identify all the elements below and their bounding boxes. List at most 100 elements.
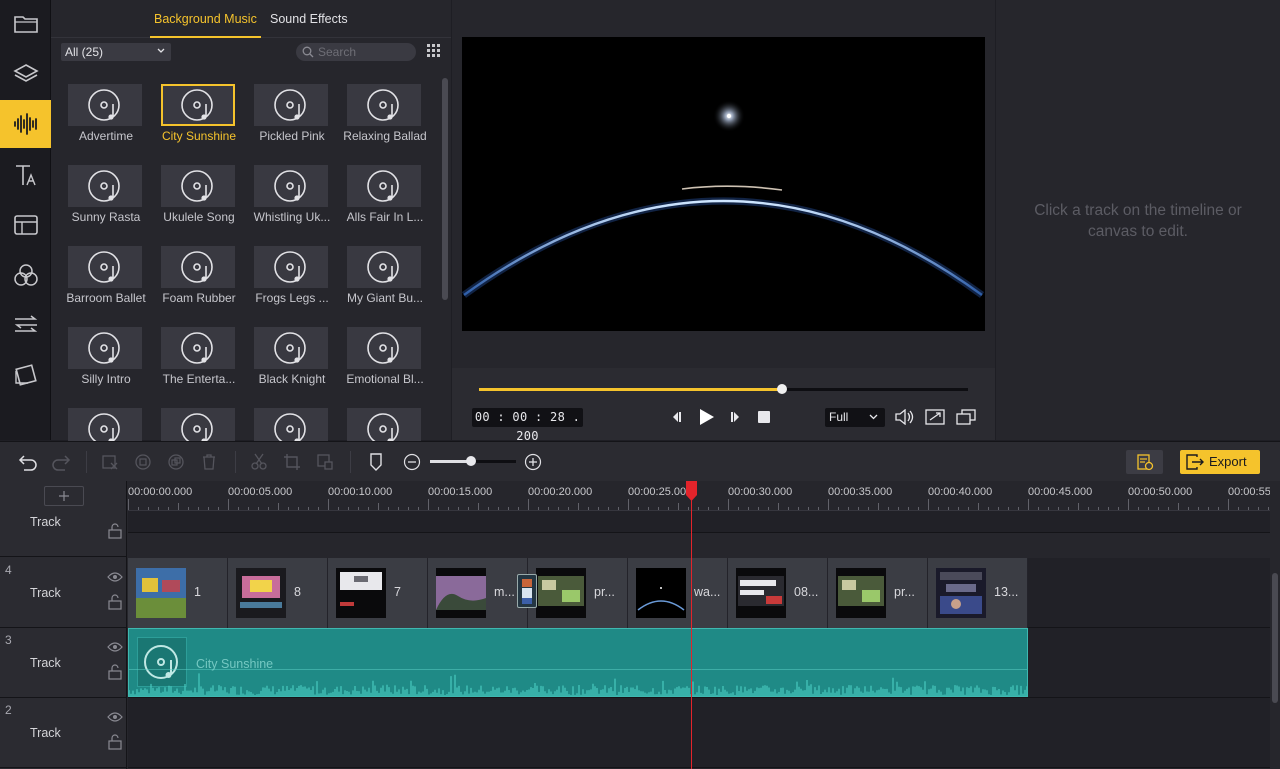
previous-frame-button[interactable] [667,408,685,426]
marker-button[interactable] [366,452,386,472]
audio-button[interactable] [0,100,51,148]
lock-icon[interactable] [108,664,122,680]
video-clip[interactable]: m... [428,558,528,628]
folder-icon [13,16,38,33]
crop-button[interactable] [282,452,302,472]
export-button[interactable]: Export [1180,450,1260,474]
ruler-tick [1128,499,1129,510]
ruler-tick [578,503,579,510]
track-row-3[interactable]: City Sunshine [128,628,1270,698]
play-button[interactable] [695,408,717,426]
library-scrollbar[interactable] [442,70,448,430]
grid-view-icon[interactable] [427,44,441,58]
music-item[interactable]: Frogs Legs ... [246,244,330,320]
media-folder-button[interactable] [0,0,51,48]
music-item[interactable]: The Enterta... [153,325,237,401]
music-item[interactable]: Black Knight [246,325,330,401]
time-ruler[interactable]: 00:00:00.000 00:00:05.000 00:00:10.000 00:0… [128,481,1270,511]
music-library-panel: Background Music Sound Effects All (25) … [51,0,451,450]
track-header[interactable]: 2 Track [0,698,127,768]
music-item[interactable]: City Sunshine [153,82,237,158]
video-canvas[interactable] [462,37,985,331]
music-item[interactable]: Foam Rubber [153,244,237,320]
track-row-4[interactable]: 1 8 7 m... pr... wa... 08... pr... 13... [128,558,1270,628]
add-track-button[interactable] [44,486,84,506]
music-item[interactable]: Pickled Pink [246,82,330,158]
trash-button[interactable] [199,452,219,472]
track-row-2[interactable] [128,698,1270,768]
text-button[interactable] [0,151,51,199]
video-clip[interactable]: wa... [628,558,728,628]
redo-button[interactable] [51,452,71,472]
preview-quality-dropdown[interactable]: Full [825,408,885,427]
music-item[interactable]: Relaxing Ballad [339,82,427,158]
music-item[interactable]: Sunny Rasta [60,163,144,239]
layers-button[interactable] [0,50,51,98]
filters-button[interactable] [0,251,51,299]
video-clip[interactable]: pr... [828,558,928,628]
lock-icon[interactable] [108,734,122,750]
lock-icon[interactable] [108,523,122,539]
video-clip[interactable]: pr... [528,558,628,628]
music-item[interactable]: Whistling Uk... [246,163,330,239]
scrollbar-thumb[interactable] [1272,573,1278,703]
zoom-in-button[interactable] [523,452,543,472]
snapshot-button[interactable] [924,408,946,426]
track-header[interactable]: 4 Track [0,558,127,628]
delete-clip-button[interactable] [100,452,120,472]
scrollbar-thumb[interactable] [442,78,448,300]
split-button[interactable] [249,452,269,472]
playhead-handle[interactable] [686,481,697,501]
progress-knob[interactable] [777,384,787,394]
eye-icon[interactable] [107,572,123,582]
track-row-top[interactable] [128,511,1270,533]
clip-label: wa... [694,585,721,599]
fullscreen-button[interactable] [955,408,977,426]
timeline-scrollbar[interactable] [1270,511,1280,769]
play-icon [700,409,714,425]
category-filter-dropdown[interactable]: All (25) [61,43,171,61]
track-header[interactable]: 3 Track [0,628,127,698]
volume-button[interactable] [893,408,915,426]
zoom-out-button[interactable] [402,452,422,472]
undo-button[interactable] [18,452,38,472]
video-clip[interactable]: 7 [328,558,428,628]
transitions-button[interactable] [0,301,51,349]
video-clip[interactable]: 1 [128,558,228,628]
zoom-knob[interactable] [466,456,476,466]
paste-icon [168,454,184,470]
transition-marker[interactable] [517,574,537,608]
music-item[interactable]: Alls Fair In L... [339,163,423,239]
templates-button[interactable] [0,201,51,249]
playhead-line[interactable] [691,481,692,769]
music-item[interactable]: Advertime [60,82,144,158]
copy-button[interactable] [133,452,153,472]
chevron-down-icon [157,48,165,53]
track-header[interactable]: Track [0,511,127,557]
zoom-slider[interactable] [430,456,516,466]
project-settings-button[interactable] [1126,450,1163,474]
tab-sound-effects[interactable]: Sound Effects [270,0,348,38]
tab-background-music[interactable]: Background Music [150,0,261,38]
video-clip[interactable]: 13... [928,558,1028,628]
video-clip[interactable]: 08... [728,558,828,628]
lock-icon[interactable] [108,594,122,610]
music-item[interactable]: Silly Intro [60,325,144,401]
zoom-fill [430,460,471,463]
paste-button[interactable] [166,452,186,472]
audio-clip[interactable]: City Sunshine [128,628,1028,697]
stop-button[interactable] [755,408,773,426]
freeze-frame-button[interactable] [315,452,335,472]
next-frame-button[interactable] [727,408,745,426]
music-item[interactable]: My Giant Bu... [339,244,423,320]
ruler-tick [428,499,429,510]
music-item[interactable]: Ukulele Song [153,163,237,239]
search-input[interactable]: Search [296,43,416,61]
music-item[interactable]: Barroom Ballet [60,244,146,320]
playback-progress-slider[interactable] [479,384,968,394]
overlays-button[interactable] [0,351,51,399]
eye-icon[interactable] [107,642,123,652]
video-clip[interactable]: 8 [228,558,328,628]
music-item[interactable]: Emotional Bl... [339,325,424,401]
eye-icon[interactable] [107,712,123,722]
